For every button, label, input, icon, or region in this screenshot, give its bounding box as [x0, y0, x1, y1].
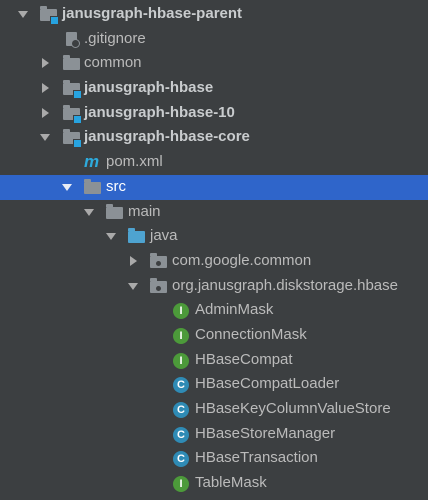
tree-node-hbasestoremanager[interactable]: C HBaseStoreManager — [0, 422, 428, 447]
tree-node-label: pom.xml — [106, 153, 163, 171]
maven-icon: m — [84, 152, 100, 172]
expand-arrow-icon[interactable] — [61, 175, 73, 200]
class-icon: C — [173, 446, 193, 471]
package-icon — [150, 274, 170, 299]
expand-arrow-icon[interactable] — [105, 224, 117, 249]
collapse-arrow-icon[interactable] — [39, 51, 51, 76]
tree-node-label: HBaseCompat — [195, 350, 293, 368]
tree-node-label: HBaseKeyColumnValueStore — [195, 400, 391, 417]
folder-icon — [106, 200, 126, 225]
class-icon: C — [173, 397, 193, 422]
folder-icon — [63, 51, 83, 76]
tree-node-label: com.google.common — [172, 251, 312, 269]
tree-node-label: org.janusgraph.diskstorage.hbase — [172, 276, 398, 294]
tree-node-janusgraph-hbase-10[interactable]: janusgraph-hbase-10 — [0, 101, 428, 126]
tree-node-label: AdminMask — [195, 301, 274, 319]
tree-node-label: TableMask — [195, 474, 267, 492]
tree-node-common[interactable]: common — [0, 51, 428, 76]
tree-node-label: main — [128, 202, 161, 220]
expand-arrow-icon[interactable] — [39, 125, 51, 150]
module-folder-icon — [63, 76, 83, 101]
expand-arrow-icon[interactable] — [17, 2, 29, 27]
collapse-arrow-icon[interactable] — [127, 249, 139, 274]
tree-node-label: common — [84, 54, 142, 72]
tree-node-src[interactable]: src — [0, 174, 428, 200]
tree-node-label: janusgraph-hbase-core — [84, 128, 250, 146]
tree-node-hbasekeycolumnvaluestore[interactable]: C HBaseKeyColumnValueStore — [0, 397, 428, 422]
tree-node-com-google-common[interactable]: com.google.common — [0, 249, 428, 274]
module-folder-icon — [63, 125, 83, 150]
tree-node-tablemask[interactable]: I TableMask — [0, 471, 428, 496]
tree-node-connectionmask[interactable]: I ConnectionMask — [0, 323, 428, 348]
tree-node-pom-xml[interactable]: m pom.xml — [0, 150, 428, 175]
interface-icon: I — [173, 348, 193, 373]
module-folder-icon — [40, 2, 60, 27]
tree-node-java[interactable]: java — [0, 224, 428, 249]
module-folder-icon — [63, 101, 83, 126]
tree-node-org-janusgraph-diskstorage-hbase[interactable]: org.janusgraph.diskstorage.hbase — [0, 274, 428, 299]
tree-node-label: janusgraph-hbase-parent — [62, 5, 243, 22]
tree-node-janusgraph-hbase[interactable]: janusgraph-hbase — [0, 76, 428, 101]
tree-node-label: janusgraph-hbase-10 — [84, 103, 235, 121]
class-icon: C — [173, 422, 193, 447]
tree-node-adminmask[interactable]: I AdminMask — [0, 298, 428, 323]
package-icon — [150, 249, 170, 274]
interface-icon: I — [173, 298, 193, 323]
collapse-arrow-icon[interactable] — [39, 101, 51, 126]
project-tree: janusgraph-hbase-parent .gitignore commo… — [0, 0, 428, 500]
tree-node-label: HBaseTransaction — [195, 449, 318, 467]
interface-icon: I — [173, 323, 193, 348]
tree-node-label: ConnectionMask — [195, 325, 307, 343]
tree-node-main[interactable]: main — [0, 200, 428, 225]
expand-arrow-icon[interactable] — [83, 200, 95, 225]
tree-node-gitignore[interactable]: .gitignore — [0, 27, 428, 52]
tree-node-label: .gitignore — [84, 29, 146, 47]
tree-node-janusgraph-hbase-core[interactable]: janusgraph-hbase-core — [0, 125, 428, 150]
tree-node-label: HBaseCompatLoader — [195, 375, 340, 393]
tree-node-label: janusgraph-hbase — [84, 79, 214, 97]
tree-node-hbasetransaction[interactable]: C HBaseTransaction — [0, 446, 428, 471]
tree-node-hbasecompat[interactable]: I HBaseCompat — [0, 348, 428, 373]
folder-icon — [84, 175, 104, 200]
tree-node-label: java — [150, 227, 178, 245]
source-folder-icon — [128, 224, 148, 249]
expand-arrow-icon[interactable] — [127, 274, 139, 299]
tree-node-label: HBaseStoreManager — [195, 424, 336, 442]
collapse-arrow-icon[interactable] — [39, 76, 51, 101]
interface-icon: I — [173, 471, 193, 496]
class-icon: C — [173, 372, 193, 397]
tree-node-hbasecompatloader[interactable]: C HBaseCompatLoader — [0, 372, 428, 397]
gitignore-file-icon — [64, 27, 84, 52]
tree-node-label: src — [106, 177, 126, 195]
tree-node-janusgraph-hbase-parent[interactable]: janusgraph-hbase-parent — [0, 2, 428, 27]
